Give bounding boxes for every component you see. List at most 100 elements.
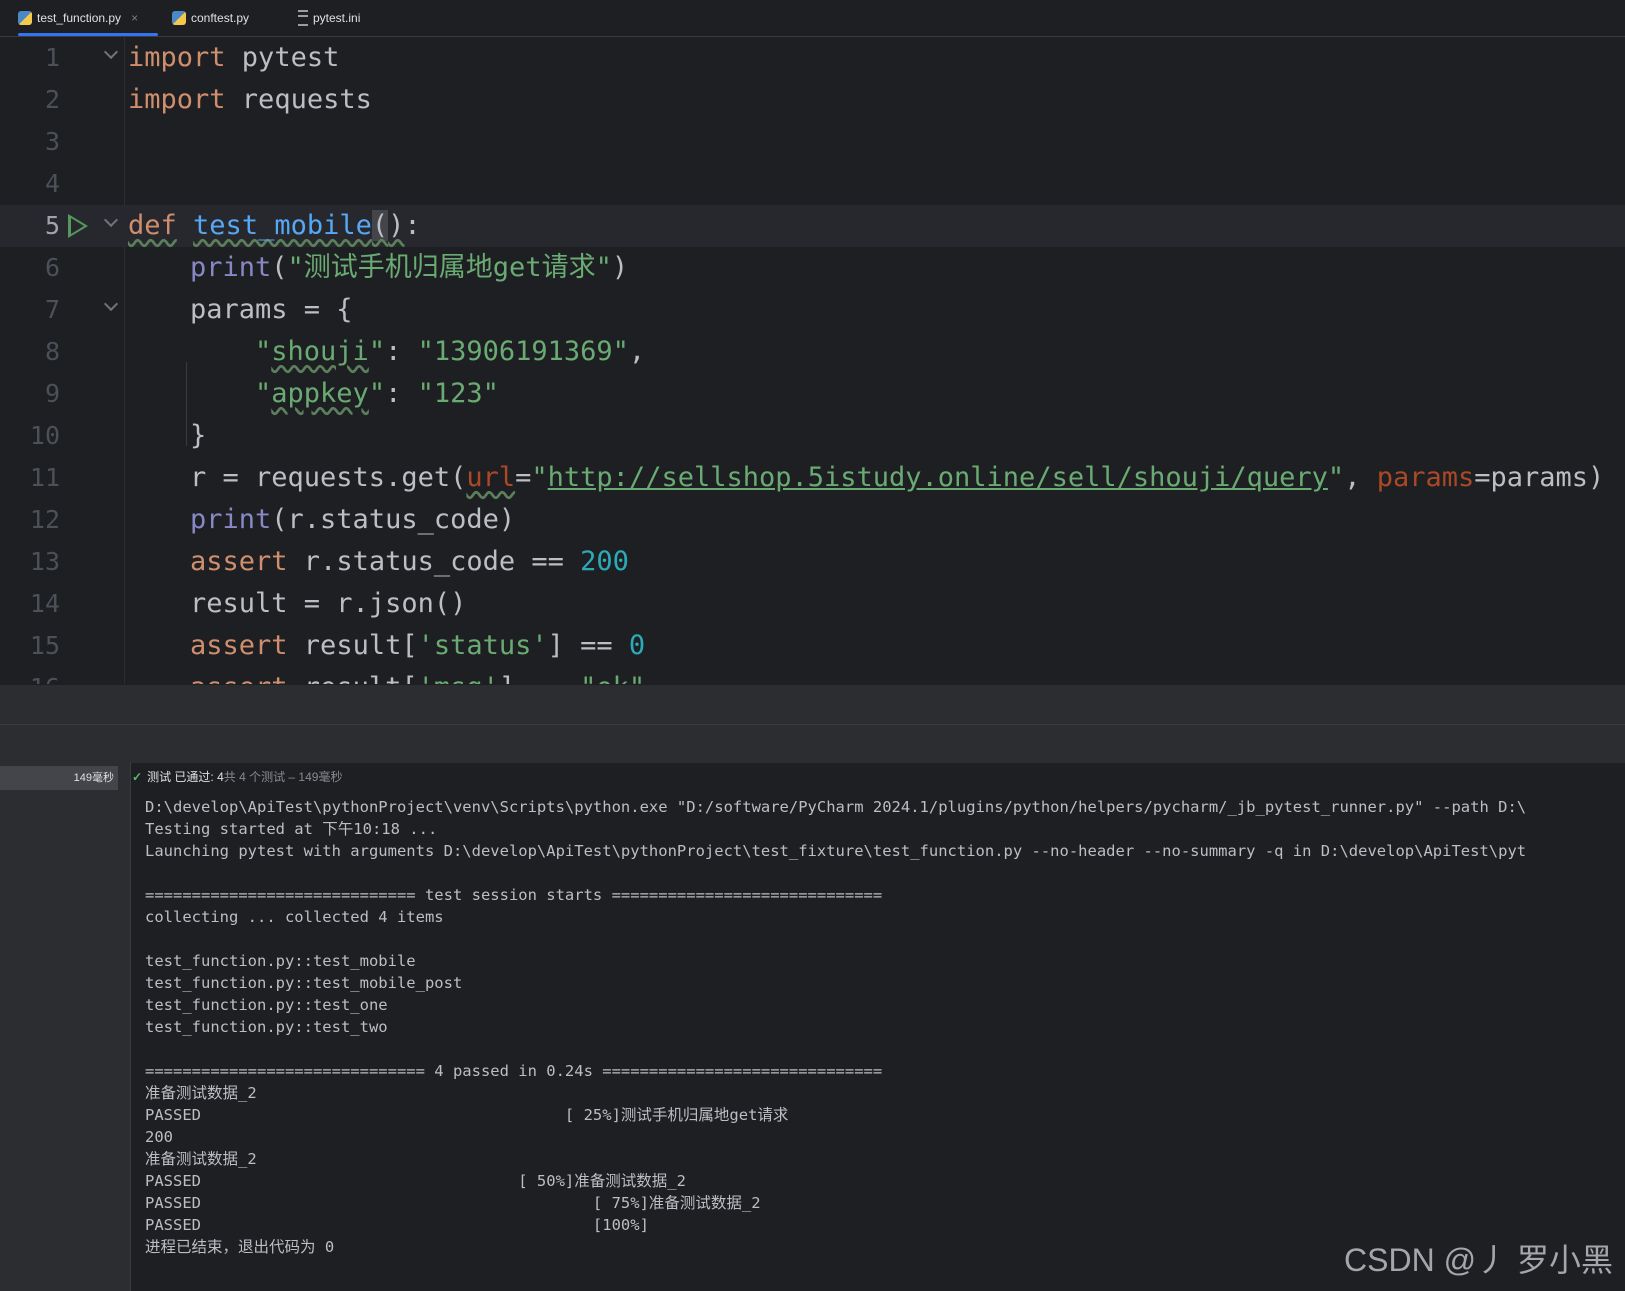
splitter-bar[interactable] [0,684,1625,725]
code-line[interactable]: 9 "appkey": "123" [0,373,1625,415]
code-line[interactable]: 11 r = requests.get(url="http://sellshop… [0,457,1625,499]
code-text: : [385,336,418,367]
string-literal: " [368,336,386,367]
code-line-current[interactable]: 5 def test_mobile(): [0,205,1625,247]
console-line: test_function.py::test_mobile_post [145,974,463,992]
console-line: PASSED [ 75%]准备测试数据_2 [145,1194,761,1212]
code-line[interactable]: 14 result = r.json() [0,583,1625,625]
line-number: 9 [44,379,60,408]
console-line: test_function.py::test_two [145,1018,388,1036]
code-text: requests [225,84,372,115]
code-text: } [190,420,207,451]
editor-tab-bar: test_function.py × conftest.py pytest.in… [0,0,1625,37]
console-line: test_function.py::test_mobile [145,952,416,970]
tab-pytest-ini[interactable]: pytest.ini [298,0,388,36]
tab-label: conftest.py [191,11,250,25]
code-text: =params) [1474,462,1605,493]
string-literal: "ok" [580,672,645,684]
test-tree-panel: 149毫秒 [0,762,131,1291]
url-link[interactable]: http://sellshop.5istudy.online/sell/shou… [548,462,1328,493]
code-line[interactable]: 1 import pytest [0,37,1625,79]
line-number: 16 [0,667,60,684]
console-line: 进程已结束，退出代码为 0 [145,1238,335,1256]
string-literal: " [368,378,386,409]
string-literal: " [531,462,548,493]
line-number: 3 [44,127,60,156]
code-text: , [1344,462,1377,493]
console-line: Launching pytest with arguments D:\devel… [145,842,1527,860]
console-line: collecting ... collected 4 items [145,908,444,926]
builtin: print [190,252,272,283]
code-text: ( [271,252,288,283]
code-editor[interactable]: 1 import pytest 2 import requests 3 4 5 … [0,37,1625,684]
paren: ) [388,210,405,241]
code-text: ] == [499,672,580,684]
line-number: 13 [29,547,60,576]
console-line: Testing started at 下午10:18 ... [145,820,438,838]
console-line: D:\develop\ApiTest\pythonProject\venv\Sc… [145,798,1527,816]
console-line: PASSED [ 50%]准备测试数据_2 [145,1172,686,1190]
line-number: 7 [44,295,60,324]
code-text: , [628,336,646,367]
code-text: result = r.json() [190,588,467,619]
code-text: = [515,462,532,493]
console-output[interactable]: D:\develop\ApiTest\pythonProject\venv\Sc… [145,796,1526,1258]
line-number: 14 [29,589,60,618]
test-tree-root-item[interactable]: 149毫秒 [0,766,118,790]
string-literal: " [255,336,272,367]
status-detail: 共 4 个测试 – 149毫秒 [223,770,343,784]
code-line[interactable]: 3 [0,121,1625,163]
code-line[interactable]: 12 print(r.status_code) [0,499,1625,541]
code-text: r = requests.get( [190,462,467,493]
status-main: 测试 已通过: 4 [147,770,224,784]
string-literal: "123" [417,378,499,409]
code-text: r.status_code == [287,546,581,577]
string-literal: 'status' [417,630,548,661]
fold-chevron-icon[interactable] [104,47,118,61]
keyword: def [128,210,177,241]
tab-test-function[interactable]: test_function.py × [18,0,158,36]
number-literal: 0 [628,630,646,661]
keyword: assert [190,672,288,684]
code-text: (r.status_code) [271,504,516,535]
code-text: : [404,210,421,241]
builtin: print [190,504,272,535]
tab-label: pytest.ini [313,11,361,25]
code-line[interactable]: 15 assert result['status'] == 0 [0,625,1625,667]
string-literal: "13906191369" [417,336,629,367]
line-number: 12 [29,505,60,534]
run-toolbar [0,724,1625,763]
code-line[interactable]: 13 assert r.status_code == 200 [0,541,1625,583]
code-line[interactable]: 4 [0,163,1625,205]
python-file-icon [18,11,32,25]
console-line: PASSED [ 25%]测试手机归属地get请求 [145,1106,789,1124]
console-line: 准备测试数据_2 [145,1150,257,1168]
run-test-icon[interactable] [68,214,88,238]
keyword: import [128,42,226,73]
watermark: CSDN @丿 罗小黑 [1344,1242,1613,1278]
string-literal: " [1327,462,1345,493]
tab-label: test_function.py [37,11,122,25]
code-line[interactable]: 2 import requests [0,79,1625,121]
close-icon[interactable]: × [131,11,138,25]
code-line[interactable]: 16 assert result['msg'] == "ok" [0,667,1625,684]
code-text: pytest [225,42,340,73]
fold-chevron-icon[interactable] [104,215,118,229]
paren: ( [371,210,389,241]
string-literal: "测试手机归属地get请求" [287,252,612,283]
code-line[interactable]: 10 } [0,415,1625,457]
fold-chevron-icon[interactable] [104,299,118,313]
keyword: assert [190,546,288,577]
code-line[interactable]: 7 params = { [0,289,1625,331]
tab-conftest[interactable]: conftest.py [172,0,272,36]
number-literal: 200 [580,546,629,577]
code-line[interactable]: 8 "shouji": "13906191369", [0,331,1625,373]
line-number: 5 [44,211,60,240]
console-line: ============================= test sessi… [145,886,883,904]
code-line[interactable]: 6 print("测试手机归属地get请求") [0,247,1625,289]
code-text: ] == [547,630,629,661]
line-number: 15 [29,631,60,660]
